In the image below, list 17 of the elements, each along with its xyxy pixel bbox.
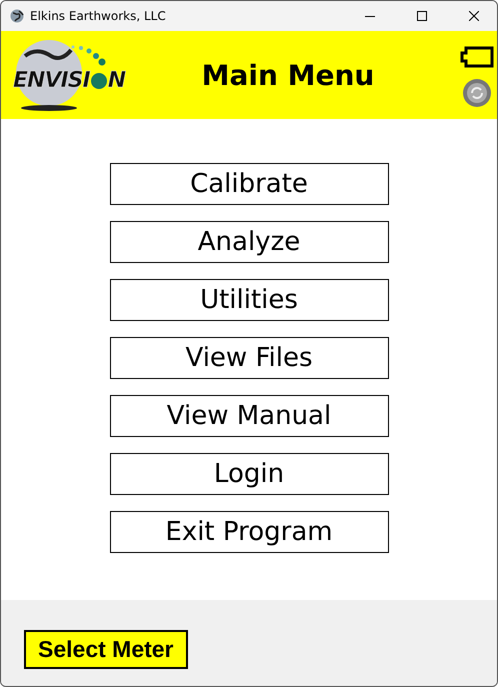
select-meter-button[interactable]: Select Meter <box>24 630 188 669</box>
globe-icon <box>10 9 24 23</box>
page-title: Main Menu <box>200 58 376 92</box>
refresh-icon[interactable] <box>462 78 492 108</box>
menu-button[interactable]: Calibrate <box>110 163 388 205</box>
battery-icon <box>460 46 494 68</box>
menu-button[interactable]: View Manual <box>110 395 388 437</box>
menu-button[interactable]: Exit Program <box>110 511 388 553</box>
close-icon <box>469 11 479 21</box>
dot-icon <box>90 72 107 88</box>
menu-button[interactable]: Analyze <box>110 221 388 263</box>
logo-text: N <box>108 68 126 93</box>
menu-button[interactable]: Utilities <box>110 279 388 321</box>
window-title: Elkins Earthworks, LLC <box>30 9 167 23</box>
menu-button[interactable]: View Files <box>110 337 388 379</box>
menu-button[interactable]: Login <box>110 453 388 495</box>
maximize-icon <box>417 11 427 21</box>
